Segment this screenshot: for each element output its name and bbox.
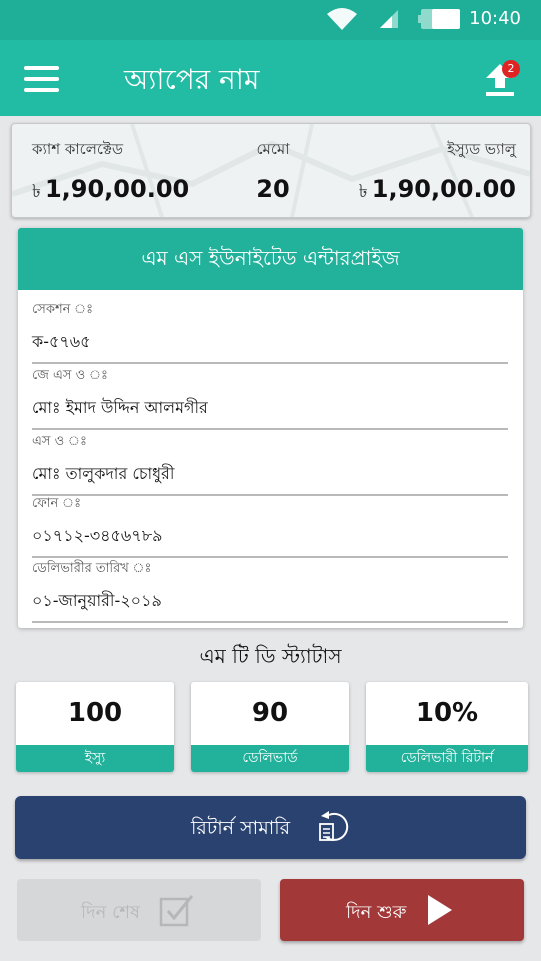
cash-collected-value: ৳ 1,90,00.00	[32, 175, 189, 208]
field-value: মোঃ তালুকদার চোধুরী	[32, 464, 175, 483]
section-field: সেকশন ঃ ক-৫৭৬৫	[32, 300, 508, 364]
return-document-icon	[319, 811, 349, 841]
status-time: 10:40	[469, 8, 521, 29]
hamburger-menu-icon[interactable]	[24, 66, 59, 92]
mtd-delivered-value: 90	[251, 698, 289, 728]
issued-value-label: ইস্যুড ভ্যালু	[447, 140, 516, 158]
jso-field: জে এস ও ঃ মোঃ ইমাদ উদ্দিন আলমগীর	[32, 366, 508, 430]
battery-icon	[418, 9, 460, 29]
so-field: এস ও ঃ মোঃ তালুকদার চোধুরী	[32, 432, 508, 496]
signal-icon	[380, 10, 398, 28]
app-title: অ্যাপের নাম	[124, 63, 260, 96]
mtd-return-label: ডেলিভারী রিটার্ন	[366, 745, 528, 772]
mtd-return-value: 10%	[415, 698, 479, 728]
delivery-date-field: ডেলিভারীর তারিখ ঃ ০১-জানুয়ারী-২০১৯	[32, 559, 508, 623]
field-label: এস ও ঃ	[32, 434, 87, 449]
mtd-status-title: এম টি ডি স্ট্যাটাস	[199, 644, 342, 668]
day-end-button[interactable]: দিন শেষ	[17, 879, 261, 941]
day-start-label: দিন শুরু	[346, 902, 407, 923]
play-icon	[428, 895, 452, 925]
day-start-button[interactable]: দিন শুরু	[280, 879, 524, 941]
notification-badge: 2	[502, 60, 520, 78]
distributor-name: এম এস ইউনাইটেড এন্টারপ্রাইজ	[18, 228, 523, 290]
cash-collected-label: ক্যাশ কালেক্টেড	[32, 140, 124, 158]
field-label: জে এস ও ঃ	[32, 368, 108, 383]
field-value: মোঃ ইমাদ উদ্দিন আলমগীর	[32, 398, 208, 417]
status-bar: 10:40	[0, 0, 541, 40]
field-label: ফোন ঃ	[32, 496, 82, 511]
mtd-issue-label: ইস্যু	[16, 745, 174, 772]
field-value: ক-৫৭৬৫	[32, 332, 91, 351]
mtd-delivered-label: ডেলিভার্ড	[191, 745, 349, 772]
checkbox-check-icon	[159, 895, 194, 927]
summary-card: ক্যাশ কালেক্টেড ৳ 1,90,00.00 মেমো 20 ইস্য…	[11, 123, 531, 218]
return-summary-label: রিটার্ন সামারি	[191, 817, 291, 839]
wifi-icon	[327, 8, 357, 30]
field-label: ডেলিভারীর তারিখ ঃ	[32, 561, 152, 576]
field-value: ০১-জানুয়ারী-২০১৯	[32, 591, 162, 610]
day-end-label: দিন শেষ	[81, 902, 140, 923]
field-label: সেকশন ঃ	[32, 302, 94, 317]
issued-value-value: ৳ 1,90,00.00	[359, 175, 516, 208]
mtd-return-box: 10% ডেলিভারী রিটার্ন	[366, 682, 528, 772]
memo-label: মেমো	[256, 140, 290, 158]
mtd-issue-value: 100	[67, 698, 123, 728]
return-summary-button[interactable]: রিটার্ন সামারি	[15, 796, 526, 859]
cash-collected: ক্যাশ কালেক্টেড ৳ 1,90,00.00	[32, 138, 189, 208]
phone-field: ফোন ঃ ০১৭১২-৩৪৫৬৭৮৯	[32, 494, 508, 558]
memo: মেমো 20	[255, 138, 291, 203]
distributor-card: এম এস ইউনাইটেড এন্টারপ্রাইজ সেকশন ঃ ক-৫৭…	[18, 228, 523, 628]
memo-value: 20	[256, 175, 290, 203]
mtd-issue-box: 100 ইস্যু	[16, 682, 174, 772]
issued-value-amount: 1,90,00.00	[371, 175, 516, 203]
cash-collected-amount: 1,90,00.00	[44, 175, 190, 203]
issued-value: ইস্যুড ভ্যালু ৳ 1,90,00.00	[359, 138, 516, 208]
app-bar: অ্যাপের নাম	[0, 40, 541, 116]
taka-sign: ৳	[358, 181, 368, 202]
mtd-delivered-box: 90 ডেলিভার্ড	[191, 682, 349, 772]
taka-sign: ৳	[32, 181, 41, 202]
field-value: ০১৭১২-৩৪৫৬৭৮৯	[32, 526, 163, 545]
